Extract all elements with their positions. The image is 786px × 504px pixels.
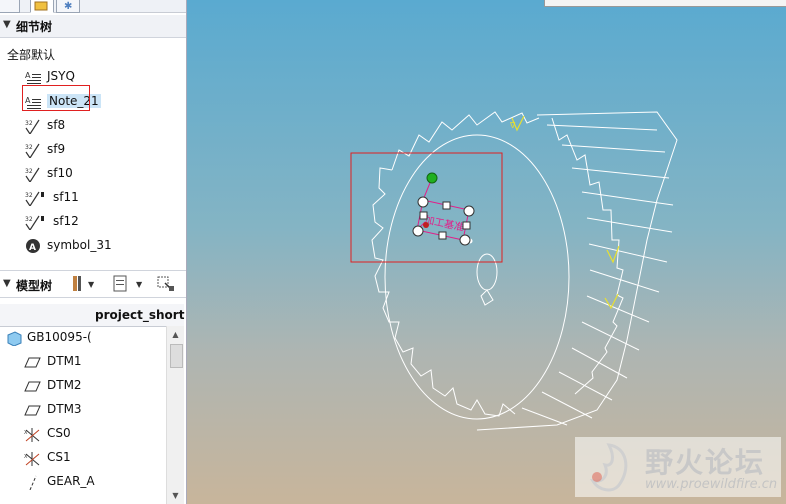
detail-tree-item-label: sf9 (47, 142, 66, 156)
svg-text:32: 32 (25, 144, 33, 151)
flame-logo-icon (589, 443, 628, 492)
symbol-icon: A (26, 239, 40, 253)
svg-text:32: 32 (25, 120, 33, 127)
model-tree-header[interactable]: ▼ 模型树 ▼ ▼ (0, 270, 186, 298)
svg-text:32: 32 (25, 168, 33, 175)
watermark-title: 野火论坛 (645, 446, 766, 479)
datum-plane-icon (24, 381, 41, 392)
scroll-up-icon[interactable]: ▲ (168, 327, 183, 342)
tab-favorites[interactable]: ✱ (56, 0, 80, 13)
resize-handle[interactable] (442, 201, 451, 210)
coordinate-system-icon: X (24, 452, 40, 466)
scroll-thumb[interactable] (170, 344, 183, 368)
model-tree-scrollbar[interactable]: ▲ ▼ (166, 326, 184, 504)
surface-finish-icon: 32 (25, 119, 40, 134)
detail-tree-item-label: sf11 (53, 190, 79, 204)
detail-tree-header[interactable]: ▼ 细节树 (0, 15, 186, 38)
model-tree-item-label: DTM1 (47, 354, 82, 368)
surface-finish-icon: 32 (25, 143, 40, 158)
navigator-panel: ✱ ▼ 细节树 全部默认 A JSYQ A Note_21 32 sf8 32 … (0, 0, 187, 504)
navigator-tabs: ✱ (0, 0, 186, 13)
tab-model-tree[interactable] (0, 0, 20, 13)
collapse-arrow-icon[interactable]: ▼ (3, 19, 11, 30)
model-tree-item-label: CS1 (47, 450, 71, 464)
model-tree-column-header[interactable]: project_short (0, 304, 184, 327)
anchor-point[interactable] (423, 222, 429, 228)
surface-finish-icon: 32 (25, 191, 44, 206)
show-columns-icon[interactable]: ▼ (112, 274, 148, 292)
model-tree-item-label: DTM3 (47, 402, 82, 416)
detail-tree-item-label: sf8 (47, 118, 66, 132)
detail-tree-item-label: symbol_31 (47, 238, 112, 252)
svg-text:∇: ∇ (509, 121, 516, 130)
svg-text:32: 32 (25, 216, 33, 223)
datum-axis-icon (29, 475, 37, 490)
resize-handle[interactable] (462, 221, 471, 230)
model-tree-item-label: GB10095-( (27, 330, 92, 344)
model-tree-item-label: DTM2 (47, 378, 82, 392)
watermark: 野火论坛 www.proewildfire.cn (575, 437, 781, 497)
svg-text:A: A (29, 243, 36, 253)
collapse-arrow-icon[interactable]: ▼ (3, 278, 11, 289)
column-header-label: project_short (95, 308, 185, 322)
model-tree-item-label: GEAR_A (47, 474, 95, 488)
settings-icon[interactable]: ▼ (70, 274, 98, 291)
resize-handle[interactable] (412, 225, 424, 237)
gear-teeth (371, 111, 678, 431)
resize-handle[interactable] (438, 231, 447, 240)
selection-highlight-box (22, 85, 90, 111)
detail-tree-title: 细节树 (16, 20, 53, 34)
resize-handle[interactable] (459, 234, 471, 246)
model-tree-list: GB10095-( DTM1 DTM2 DTM3 X CS0 X CS1 GEA… (0, 326, 166, 504)
detail-tree-root[interactable]: 全部默认 (7, 46, 55, 63)
model-tree-title: 模型树 (16, 279, 53, 293)
svg-text:▼: ▼ (136, 280, 143, 289)
part-icon (7, 331, 22, 346)
filter-icon[interactable] (156, 274, 180, 291)
svg-text:X: X (24, 430, 28, 436)
star-icon: ✱ (64, 1, 72, 12)
watermark-url: www.proewildfire.cn (645, 477, 778, 492)
gear-model[interactable]: ∇ 加工基准 (187, 0, 786, 504)
surface-finish-icon: 32 (25, 167, 40, 182)
svg-text:A: A (25, 71, 31, 80)
resize-handle[interactable] (419, 211, 428, 220)
note-annotation[interactable]: 加工基准 (412, 172, 475, 246)
note-icon: A (25, 71, 41, 84)
coordinate-system-icon: X (24, 428, 40, 442)
svg-text:32: 32 (25, 192, 33, 199)
detail-tree-item-label: sf12 (53, 214, 79, 228)
svg-text:✱: ✱ (64, 1, 72, 12)
resize-handle[interactable] (417, 196, 429, 208)
note-text: 加工基准 (423, 213, 465, 234)
svg-text:X: X (24, 454, 28, 460)
drag-handle-green[interactable] (426, 172, 438, 184)
folder-icon (34, 1, 48, 11)
resize-handle[interactable] (463, 205, 475, 217)
surface-finish-icon: 32 (25, 215, 44, 230)
model-tree-item-label: CS0 (47, 426, 71, 440)
tab-folder[interactable] (30, 0, 54, 13)
datum-plane-icon (24, 405, 41, 416)
graphics-viewport[interactable]: ∇ 加工基准 野火论坛 www.proewildfire.cn (187, 0, 786, 504)
scroll-down-icon[interactable]: ▼ (168, 488, 183, 503)
detail-tree-item-label: sf10 (47, 166, 73, 180)
svg-text:▼: ▼ (88, 280, 95, 289)
detail-tree-item-label: JSYQ (47, 69, 75, 83)
datum-plane-icon (24, 357, 41, 368)
